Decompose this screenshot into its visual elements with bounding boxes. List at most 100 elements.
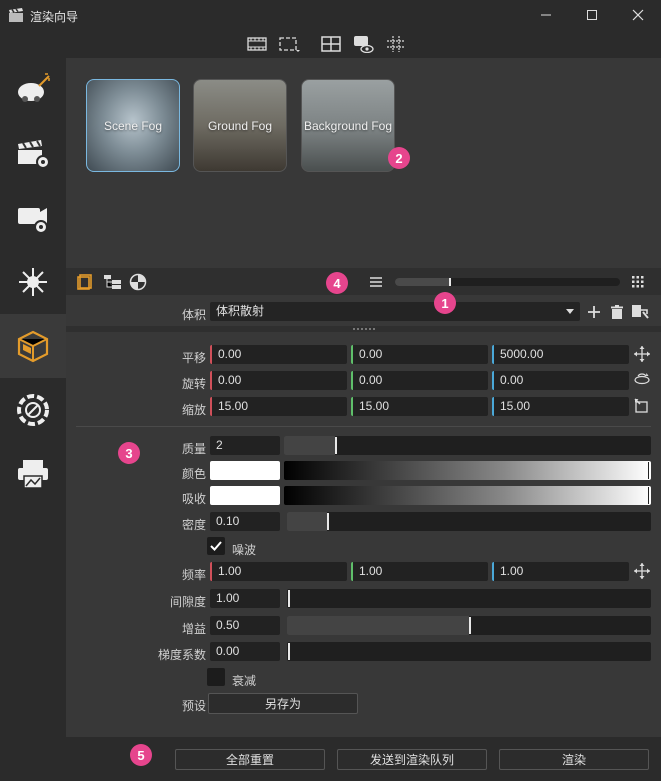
pick-object-icon: [632, 305, 649, 319]
sidebar-item-print-output[interactable]: [0, 442, 66, 506]
gradient-coef-slider[interactable]: [287, 642, 651, 661]
panel-zoom-slider[interactable]: [395, 278, 620, 286]
minimize-icon: [541, 14, 551, 16]
gradient-coef-field[interactable]: 0.00: [210, 642, 280, 661]
translate-x-field[interactable]: 0.00: [210, 345, 347, 364]
minimize-button[interactable]: [523, 0, 569, 30]
rotate-x-field[interactable]: 0.00: [210, 371, 347, 390]
marker-3: 3: [118, 442, 140, 464]
camera-gear-icon: [18, 208, 48, 234]
gradient-end-handle[interactable]: [648, 487, 650, 504]
gap-slider[interactable]: [287, 589, 651, 608]
density-label: 密度: [181, 518, 206, 532]
marker-1: 1: [434, 292, 456, 314]
rotate-gizmo-button[interactable]: [633, 371, 651, 389]
gradient-coef-slider-handle[interactable]: [288, 643, 290, 660]
gain-slider-handle[interactable]: [469, 617, 471, 634]
translate-gizmo-button[interactable]: [633, 345, 651, 363]
sidebar-item-car-magic[interactable]: [0, 58, 66, 122]
sidebar: [0, 58, 66, 738]
density-field[interactable]: 0.10: [210, 512, 280, 531]
zoom-slider-handle[interactable]: [449, 278, 451, 286]
sidebar-item-volume[interactable]: [0, 314, 66, 378]
menu-lines-icon[interactable]: [367, 273, 385, 291]
preset-background-fog[interactable]: Background Fog: [301, 79, 395, 172]
frequency-z-field[interactable]: 1.00: [492, 562, 629, 581]
scale-gizmo-button[interactable]: [633, 397, 651, 415]
volume-type-value: 体积散射: [216, 304, 265, 318]
tab-material-icon[interactable]: [129, 273, 147, 291]
preset-ground-fog[interactable]: Ground Fog: [193, 79, 287, 172]
preset-scene-fog[interactable]: Scene Fog: [86, 79, 180, 172]
layout-grid-icon[interactable]: [320, 34, 342, 54]
absorb-swatch[interactable]: [210, 486, 280, 505]
tab-hierarchy-icon[interactable]: [103, 273, 121, 291]
clapper-app-icon: [8, 7, 24, 23]
volume-type-select[interactable]: 体积散射: [210, 302, 580, 321]
falloff-checkbox[interactable]: [207, 668, 225, 686]
title-bar: 渲染向导: [0, 0, 661, 30]
frequency-x-field[interactable]: 1.00: [210, 562, 347, 581]
save-as-button[interactable]: 另存为: [208, 693, 358, 714]
section-divider: [76, 426, 651, 427]
view-toolbar: [0, 30, 661, 58]
panel-tab-bar: [66, 268, 661, 295]
density-slider[interactable]: [287, 512, 651, 531]
preset-label: Background Fog: [303, 118, 393, 133]
gradient-end-handle[interactable]: [648, 462, 650, 479]
color-swatch[interactable]: [210, 461, 280, 480]
rotate-y-field[interactable]: 0.00: [351, 371, 488, 390]
gain-field[interactable]: 0.50: [210, 616, 280, 635]
render-button[interactable]: 渲染: [499, 749, 649, 770]
grid-dots-icon[interactable]: [629, 273, 647, 291]
marker-5: 5: [130, 744, 152, 766]
noise-checkbox[interactable]: [207, 537, 225, 555]
light-burst-icon: [19, 268, 47, 296]
translate-y-field[interactable]: 0.00: [351, 345, 488, 364]
color-gradient-ramp[interactable]: [284, 461, 651, 480]
frequency-y-field[interactable]: 1.00: [351, 562, 488, 581]
move-arrows-icon: [634, 563, 650, 579]
frame-region-icon[interactable]: [278, 34, 300, 54]
fog-presets-gallery: Scene Fog Ground Fog Background Fog: [66, 58, 661, 268]
sidebar-item-light[interactable]: [0, 250, 66, 314]
quality-slider-handle[interactable]: [335, 437, 337, 454]
gradient-coef-label: 梯度系数: [157, 648, 206, 662]
aperture-icon: [17, 394, 49, 426]
tab-object-icon[interactable]: [76, 273, 94, 291]
plus-icon: [588, 306, 600, 318]
gap-field[interactable]: 1.00: [210, 589, 280, 608]
send-to-render-queue-button[interactable]: 发送到渲染队列: [337, 749, 487, 770]
frequency-label: 频率: [181, 568, 206, 582]
guides-grid-icon[interactable]: [385, 34, 407, 54]
density-slider-handle[interactable]: [327, 513, 329, 530]
scale-z-field[interactable]: 15.00: [492, 397, 629, 416]
film-strip-icon[interactable]: [246, 34, 268, 54]
quality-field[interactable]: 2: [210, 436, 280, 455]
frequency-gizmo-button[interactable]: [633, 562, 651, 580]
volume-properties-panel: 体积 体积散射 平移 0.00 0.00 5000.00 旋转 0.00 0.0…: [66, 295, 661, 737]
delete-volume-button[interactable]: [608, 303, 626, 321]
scale-x-field[interactable]: 15.00: [210, 397, 347, 416]
absorb-gradient-ramp[interactable]: [284, 486, 651, 505]
rotate-z-field[interactable]: 0.00: [492, 371, 629, 390]
translate-z-field[interactable]: 5000.00: [492, 345, 629, 364]
preview-eye-icon[interactable]: [352, 34, 374, 54]
maximize-button[interactable]: [569, 0, 615, 30]
close-button[interactable]: [615, 0, 661, 30]
quality-slider[interactable]: [284, 436, 651, 455]
zoom-slider-fill: [395, 278, 449, 286]
sidebar-item-camera-settings[interactable]: [0, 186, 66, 250]
add-volume-button[interactable]: [585, 303, 603, 321]
sidebar-item-aperture[interactable]: [0, 378, 66, 442]
scale-y-field[interactable]: 15.00: [351, 397, 488, 416]
gap-slider-handle[interactable]: [288, 590, 290, 607]
noise-label: 噪波: [232, 543, 257, 557]
pick-volume-button[interactable]: [631, 303, 649, 321]
reset-all-button[interactable]: 全部重置: [175, 749, 325, 770]
gain-slider[interactable]: [287, 616, 651, 635]
sidebar-item-clapper-settings[interactable]: [0, 122, 66, 186]
close-icon: [632, 9, 644, 21]
preset-label: Scene Fog: [103, 118, 163, 133]
section-drag-handle[interactable]: [66, 326, 661, 332]
